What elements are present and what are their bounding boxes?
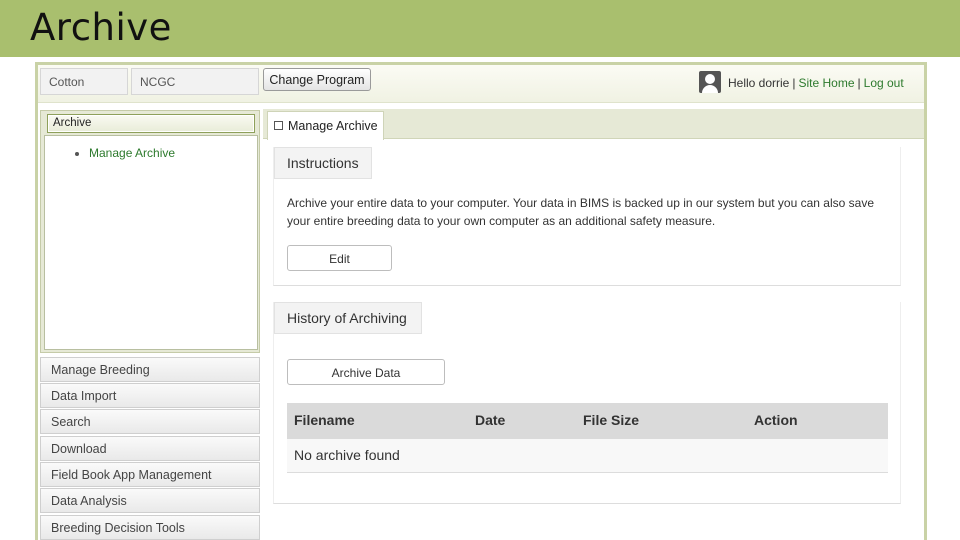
edit-button[interactable]: Edit	[287, 245, 392, 271]
user-links: Hello dorrie | Site Home | Log out	[728, 76, 904, 90]
sidebar-item-breeding-decision-tools[interactable]: Breeding Decision Tools	[40, 515, 260, 540]
table-header: Filename Date File Size Action	[287, 403, 888, 439]
archive-table: Filename Date File Size Action No archiv…	[287, 403, 888, 473]
main-content: Manage Archive Instructions Archive your…	[263, 109, 924, 540]
sidebar-item-manage-breeding[interactable]: Manage Breeding	[40, 357, 260, 382]
program-selector[interactable]: NCGC	[131, 68, 259, 95]
history-panel: History of Archiving Archive Data Filena…	[273, 302, 901, 504]
site-home-link[interactable]: Site Home	[798, 76, 854, 90]
manage-archive-link[interactable]: Manage Archive	[89, 146, 175, 160]
sidebar-item-search[interactable]: Search	[40, 409, 260, 434]
sidebar-active-panel: Archive Manage Archive	[40, 110, 260, 353]
sidebar-item-download[interactable]: Download	[40, 436, 260, 461]
greeting-text: Hello dorrie	[728, 76, 790, 90]
screenshot-frame: Cotton NCGC Change Program Hello dorrie |…	[35, 62, 927, 540]
tab-label: Manage Archive	[288, 119, 378, 133]
top-bar: Cotton NCGC Change Program Hello dorrie |…	[38, 65, 924, 103]
list-item: Manage Archive	[89, 146, 257, 160]
table-row-empty: No archive found	[287, 439, 888, 473]
log-out-link[interactable]: Log out	[864, 76, 904, 90]
archive-data-button[interactable]: Archive Data	[287, 359, 445, 385]
user-avatar-icon	[699, 71, 721, 93]
separator: |	[857, 76, 861, 90]
change-program-button[interactable]: Change Program	[263, 68, 371, 91]
column-filename[interactable]: Filename	[294, 412, 355, 428]
column-action[interactable]: Action	[754, 412, 798, 428]
column-date[interactable]: Date	[475, 412, 505, 428]
instructions-panel: Instructions Archive your entire data to…	[273, 147, 901, 286]
history-header: History of Archiving	[274, 302, 422, 334]
tab-manage-archive[interactable]: Manage Archive	[267, 111, 384, 140]
app-window: Cotton NCGC Change Program Hello dorrie |…	[38, 65, 924, 540]
tab-strip: Manage Archive	[263, 109, 924, 140]
sidebar-section-content: Manage Archive	[44, 135, 258, 350]
checkbox-icon	[274, 121, 283, 130]
crop-selector[interactable]: Cotton	[40, 68, 128, 95]
column-file-size[interactable]: File Size	[583, 412, 639, 428]
sidebar-item-data-analysis[interactable]: Data Analysis	[40, 488, 260, 513]
instructions-header: Instructions	[274, 147, 372, 179]
sidebar-section-archive[interactable]: Archive	[47, 114, 255, 133]
sidebar-item-field-book[interactable]: Field Book App Management	[40, 462, 260, 487]
slide-title: Archive	[30, 6, 172, 49]
instructions-text: Archive your entire data to your compute…	[287, 196, 874, 228]
sidebar-item-data-import[interactable]: Data Import	[40, 383, 260, 408]
